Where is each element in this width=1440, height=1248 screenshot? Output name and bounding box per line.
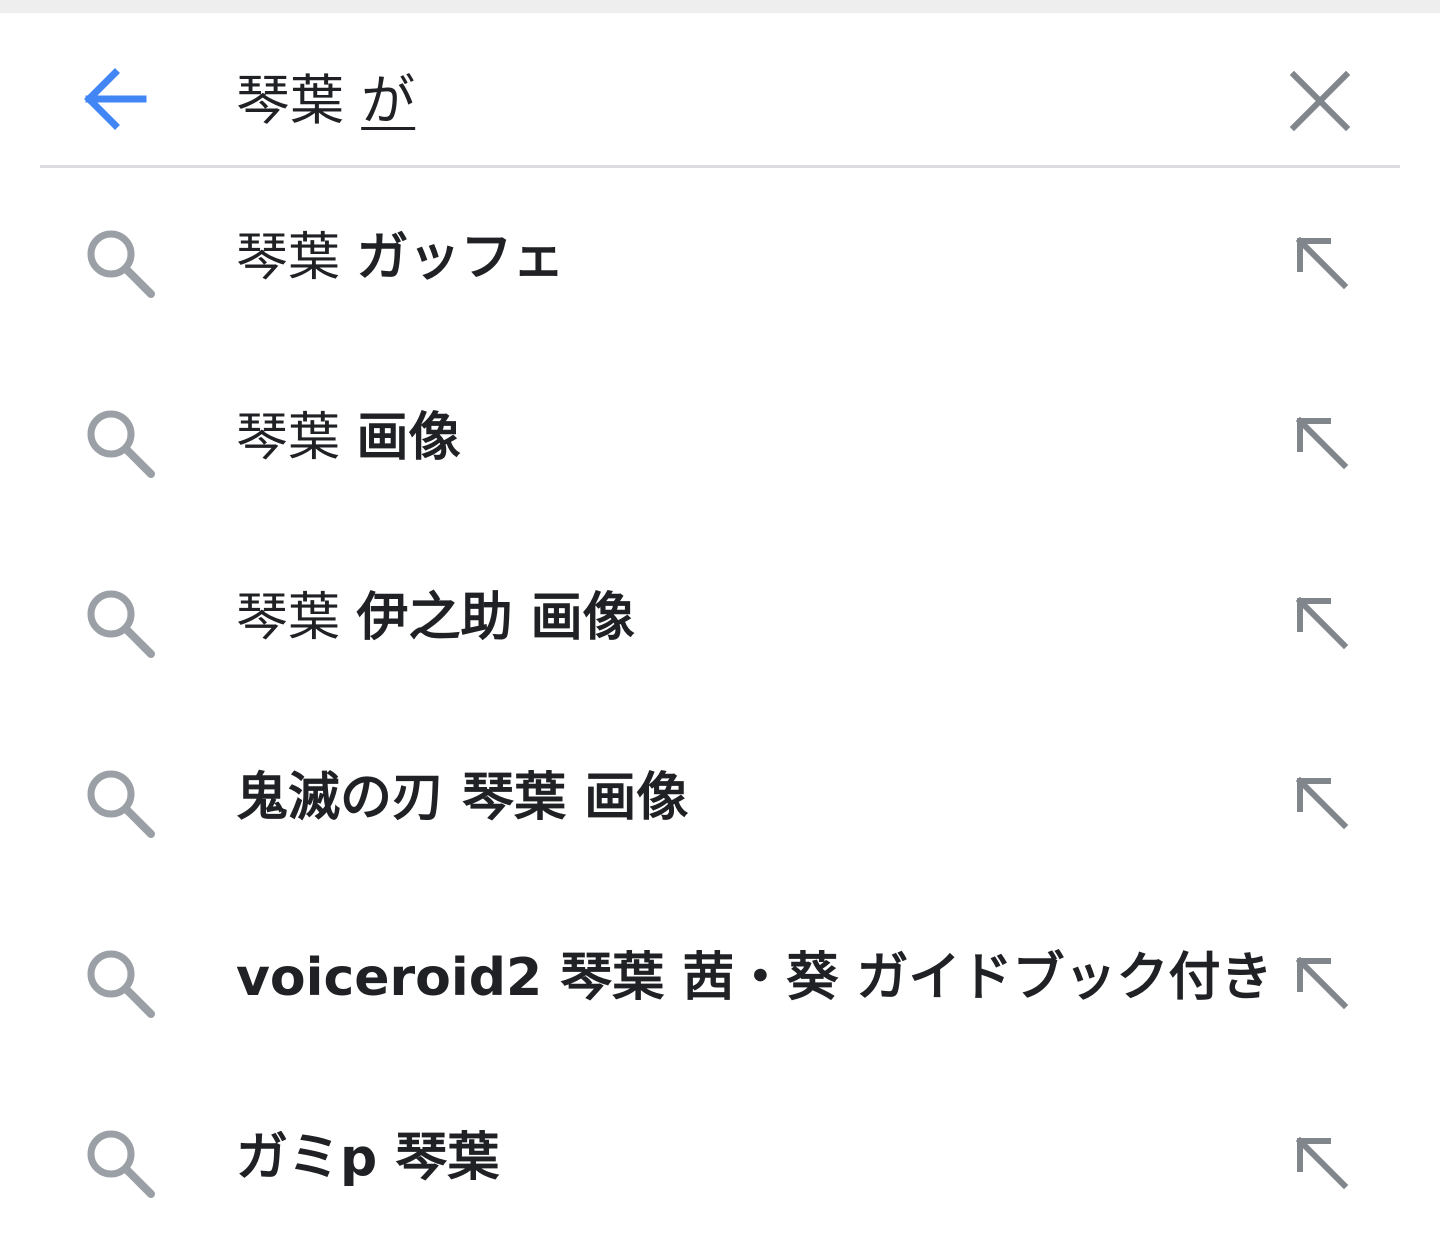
suggestion-text: voiceroid2 琴葉 茜・葵 ガイドブック付き: [236, 938, 1272, 1018]
fill-query-button[interactable]: [1272, 933, 1372, 1033]
suggestion-query-part: 琴葉: [236, 228, 357, 288]
search-query-text: 琴葉: [236, 69, 362, 132]
suggestion-text: 琴葉 画像: [236, 398, 461, 478]
arrow-up-left-icon: [1295, 1136, 1349, 1190]
suggestion-item[interactable]: ガミp 琴葉: [0, 1068, 1440, 1248]
suggestion-completion: 伊之助 画像: [356, 588, 635, 648]
suggestion-item[interactable]: 鬼滅の刃 琴葉 画像: [0, 708, 1440, 888]
fill-query-button[interactable]: [1272, 393, 1372, 493]
suggestion-completion: ガミp 琴葉: [236, 1128, 500, 1188]
status-bar-strip: [0, 0, 1440, 13]
suggestion-completion: voiceroid2 琴葉 茜・葵 ガイドブック付き: [236, 948, 1273, 1008]
arrow-back-icon: [84, 68, 147, 130]
suggestion-text: ガミp 琴葉: [236, 1118, 499, 1198]
suggestion-text: 琴葉 伊之助 画像: [236, 578, 635, 658]
arrow-up-left-icon: [1295, 776, 1349, 830]
suggestion-item[interactable]: 琴葉 画像: [0, 348, 1440, 528]
back-button[interactable]: [70, 53, 162, 145]
suggestion-text: 鬼滅の刃 琴葉 画像: [236, 758, 688, 838]
search-icon: [70, 213, 170, 313]
suggestion-completion: 画像: [356, 408, 461, 468]
suggestion-completion: ガッフェ: [356, 228, 565, 288]
search-input[interactable]: 琴葉 が: [236, 61, 415, 141]
close-icon: [1290, 71, 1350, 131]
suggestion-query-part: 琴葉: [236, 408, 357, 468]
search-bar: 琴葉 が: [0, 13, 1440, 165]
fill-query-button[interactable]: [1272, 573, 1372, 673]
search-icon: [70, 393, 170, 493]
suggestion-item[interactable]: voiceroid2 琴葉 茜・葵 ガイドブック付き: [0, 888, 1440, 1068]
search-icon: [70, 933, 170, 1033]
arrow-up-left-icon: [1295, 596, 1349, 650]
suggestion-text: 琴葉 ガッフェ: [236, 218, 565, 298]
suggestion-item[interactable]: 琴葉 ガッフェ: [0, 168, 1440, 348]
clear-button[interactable]: [1274, 55, 1366, 147]
fill-query-button[interactable]: [1272, 1113, 1372, 1213]
search-query-composing: が: [361, 69, 416, 132]
suggestion-item[interactable]: 琴葉 伊之助 画像: [0, 528, 1440, 708]
suggestion-list: 琴葉 ガッフェ 琴葉 画像 琴葉 伊之助 画像 鬼滅の刃 琴葉 画像 voice…: [0, 168, 1440, 1248]
search-icon: [70, 573, 170, 673]
arrow-up-left-icon: [1295, 416, 1349, 470]
search-icon: [70, 753, 170, 853]
fill-query-button[interactable]: [1272, 753, 1372, 853]
search-icon: [70, 1113, 170, 1213]
arrow-up-left-icon: [1295, 956, 1349, 1010]
suggestion-query-part: 琴葉: [236, 588, 357, 648]
arrow-up-left-icon: [1295, 236, 1349, 290]
fill-query-button[interactable]: [1272, 213, 1372, 313]
suggestion-completion: 鬼滅の刃 琴葉 画像: [236, 768, 689, 828]
